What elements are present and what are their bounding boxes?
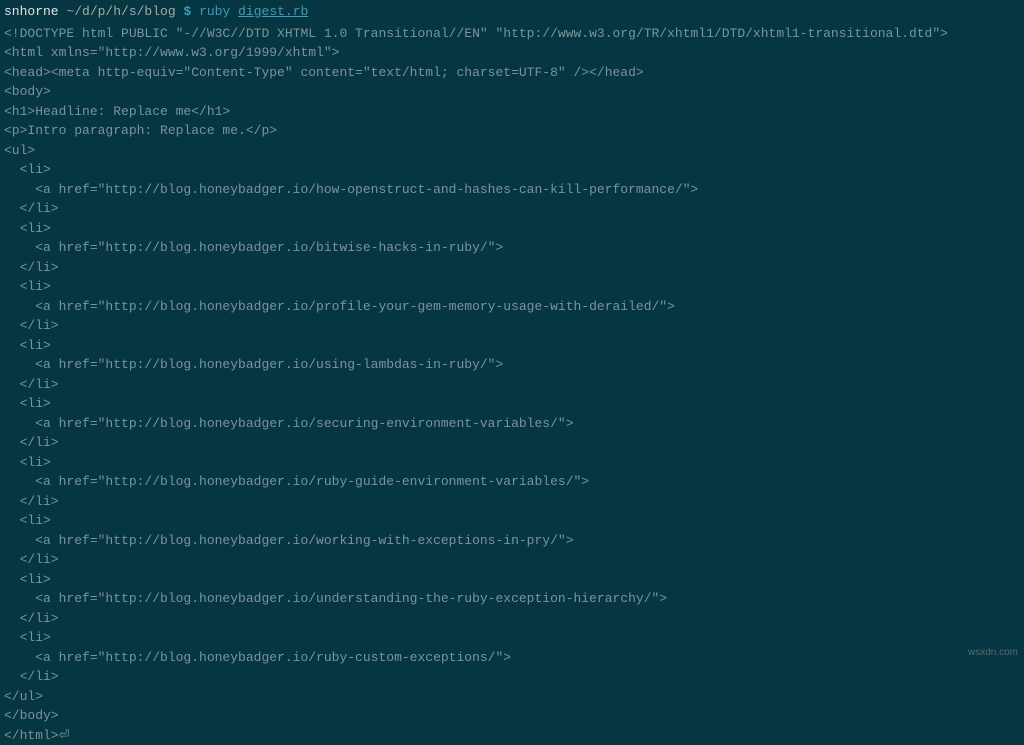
output-line: <h1>Headline: Replace me</h1>	[4, 102, 1020, 122]
prompt-dollar-icon: $	[183, 4, 191, 19]
output-line: <!DOCTYPE html PUBLIC "-//W3C//DTD XHTML…	[4, 24, 1020, 44]
output-line: <p>Intro paragraph: Replace me.</p>	[4, 121, 1020, 141]
output-line: <body>	[4, 82, 1020, 102]
output-line: <a href="http://blog.honeybadger.io/work…	[4, 531, 1020, 551]
output-line: </li>	[4, 316, 1020, 336]
terminal-output[interactable]: <!DOCTYPE html PUBLIC "-//W3C//DTD XHTML…	[4, 24, 1020, 745]
output-line: <li>	[4, 336, 1020, 356]
output-line: </li>	[4, 492, 1020, 512]
output-line: </ul>	[4, 687, 1020, 707]
output-line: <li>	[4, 277, 1020, 297]
watermark-text: wsxdn.com	[968, 645, 1018, 660]
output-line: </li>	[4, 375, 1020, 395]
output-line: <a href="http://blog.honeybadger.io/unde…	[4, 589, 1020, 609]
output-line: <html xmlns="http://www.w3.org/1999/xhtm…	[4, 43, 1020, 63]
output-line: <li>	[4, 628, 1020, 648]
output-line: </li>	[4, 609, 1020, 629]
output-line: <a href="http://blog.honeybadger.io/ruby…	[4, 472, 1020, 492]
output-line: <a href="http://blog.honeybadger.io/prof…	[4, 297, 1020, 317]
output-line: <li>	[4, 160, 1020, 180]
output-line: </li>	[4, 667, 1020, 687]
output-line: </body>	[4, 706, 1020, 726]
output-line: <li>	[4, 219, 1020, 239]
command-file: digest.rb	[238, 4, 308, 19]
command-interpreter: ruby	[199, 4, 230, 19]
output-line: </li>	[4, 550, 1020, 570]
output-line: <li>	[4, 511, 1020, 531]
output-line: <head><meta http-equiv="Content-Type" co…	[4, 63, 1020, 83]
output-line: <li>	[4, 570, 1020, 590]
output-line: </li>	[4, 258, 1020, 278]
output-line: <a href="http://blog.honeybadger.io/how-…	[4, 180, 1020, 200]
prompt-path: ~/d/p/h/s/blog	[66, 4, 175, 19]
output-line: </html>⏎	[4, 726, 1020, 745]
output-line: </li>	[4, 199, 1020, 219]
output-line: <a href="http://blog.honeybadger.io/secu…	[4, 414, 1020, 434]
output-line: </li>	[4, 433, 1020, 453]
output-line: <a href="http://blog.honeybadger.io/ruby…	[4, 648, 1020, 668]
prompt-user: snhorne	[4, 4, 59, 19]
output-line: <li>	[4, 453, 1020, 473]
output-line: <a href="http://blog.honeybadger.io/bitw…	[4, 238, 1020, 258]
output-line: <a href="http://blog.honeybadger.io/usin…	[4, 355, 1020, 375]
terminal-prompt-line[interactable]: snhorne ~/d/p/h/s/blog $ ruby digest.rb	[4, 2, 1020, 22]
output-line: <ul>	[4, 141, 1020, 161]
output-line: <li>	[4, 394, 1020, 414]
